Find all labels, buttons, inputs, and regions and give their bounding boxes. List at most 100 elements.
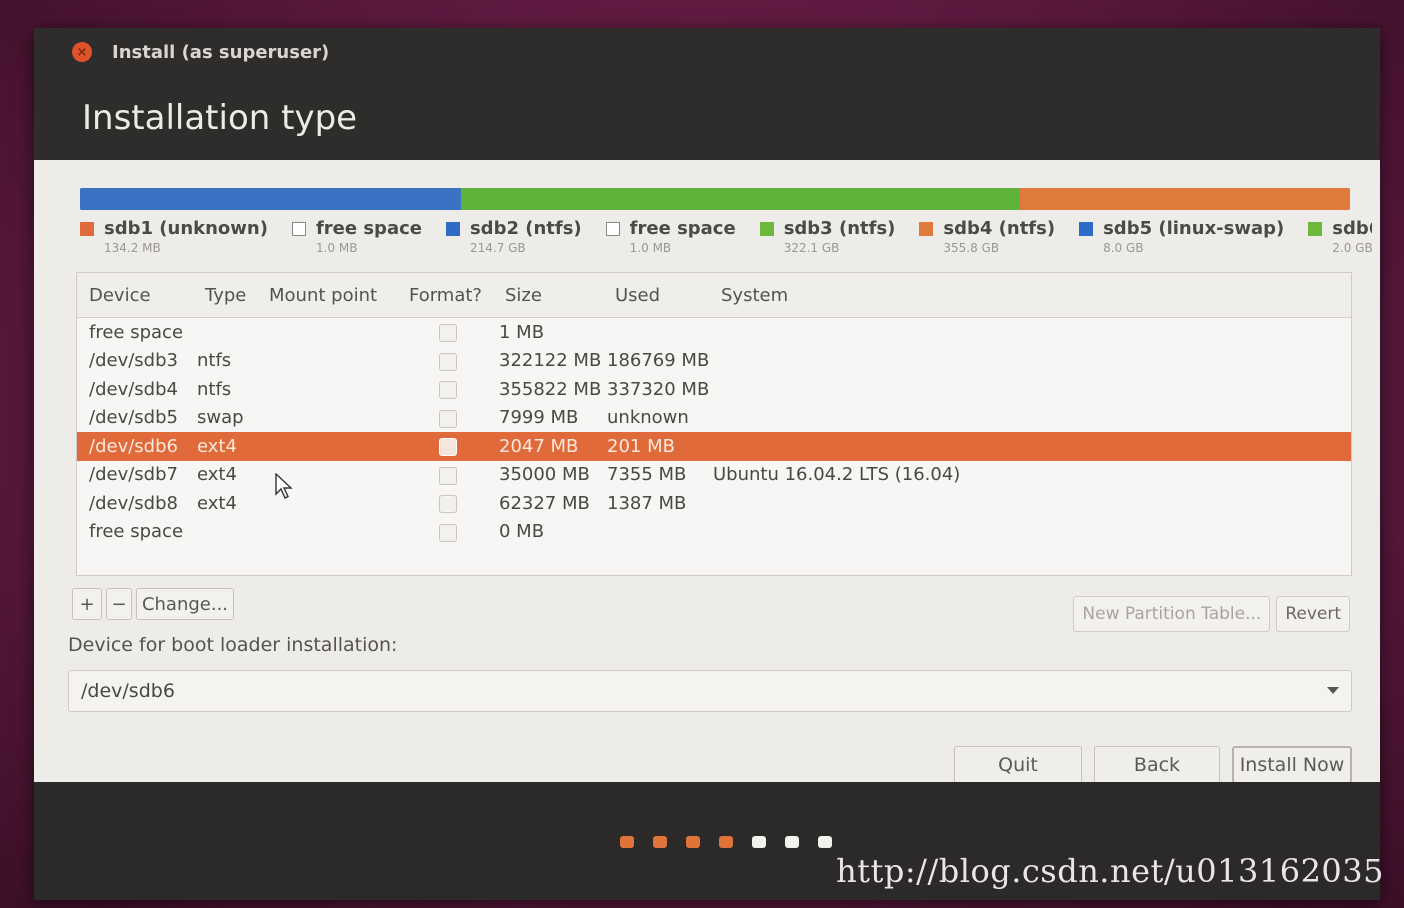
table-row[interactable]: /dev/sdb8 ext4 62327 MB 1387 MB xyxy=(77,489,1351,518)
cell-device: /dev/sdb4 xyxy=(89,378,178,400)
header-device[interactable]: Device xyxy=(89,285,151,306)
legend-item: sdb5 (linux-swap) 8.0 GB xyxy=(1079,218,1284,270)
table-row[interactable]: /dev/sdb3 ntfs 322122 MB 186769 MB xyxy=(77,347,1351,376)
legend-size: 1.0 MB xyxy=(629,241,672,255)
legend-item: sdb4 (ntfs) 355.8 GB xyxy=(919,218,1055,270)
legend-size: 1.0 MB xyxy=(315,241,358,255)
close-button[interactable]: × xyxy=(72,42,92,62)
format-checkbox[interactable] xyxy=(439,352,457,371)
legend-label: sdb3 (ntfs) xyxy=(783,218,896,239)
table-row[interactable]: /dev/sdb7 ext4 35000 MB 7355 MB Ubuntu 16.04… xyxy=(77,461,1351,490)
header-mount-point[interactable]: Mount point xyxy=(269,285,377,306)
partition-segment-sdb2 xyxy=(80,188,462,210)
cell-device: /dev/sdb8 xyxy=(89,492,178,514)
table-actions: New Partition Table... Revert xyxy=(1067,596,1350,632)
cell-size: 7999 MB xyxy=(499,407,579,429)
legend-label: sdb1 (unknown) xyxy=(104,218,268,239)
legend-label: sdb2 (ntfs) xyxy=(469,218,582,239)
progress-dot-done xyxy=(719,836,733,848)
table-header: Device Type Mount point Format? Size Use… xyxy=(77,273,1351,318)
cell-type: ntfs xyxy=(197,350,232,372)
format-checkbox[interactable] xyxy=(439,495,457,513)
legend-item: free space 1.0 MB xyxy=(605,218,736,270)
back-button[interactable]: Back xyxy=(1094,746,1220,784)
table-row[interactable]: /dev/sdb6 ext4 2047 MB 201 MB xyxy=(77,432,1351,461)
mouse-pointer-icon xyxy=(275,473,293,499)
partition-legend: sdb1 (unknown) 134.2 MB free space 1.0 MB sd… xyxy=(80,218,1372,270)
cell-size: 0 MB xyxy=(499,521,545,543)
cell-type: ext4 xyxy=(197,492,237,514)
cell-type: ntfs xyxy=(197,378,232,400)
table-row[interactable]: free space 0 MB xyxy=(77,518,1351,547)
legend-swatch xyxy=(919,221,934,236)
progress-dot-pending xyxy=(752,836,766,848)
header-used[interactable]: Used xyxy=(615,285,660,306)
cell-device: /dev/sdb3 xyxy=(89,350,178,372)
cell-type: ext4 xyxy=(197,464,237,486)
cell-size: 62327 MB xyxy=(499,492,590,514)
legend-item: free space 1.0 MB xyxy=(291,218,422,270)
quit-button[interactable]: Quit xyxy=(954,746,1082,784)
header-size[interactable]: Size xyxy=(505,285,542,306)
cell-used: 186769 MB xyxy=(607,350,710,372)
boot-loader-label: Device for boot loader installation: xyxy=(68,634,398,656)
cell-used: 337320 MB xyxy=(607,378,710,400)
revert-button[interactable]: Revert xyxy=(1276,596,1350,632)
change-partition-button[interactable]: Change... xyxy=(136,588,234,620)
legend-swatch xyxy=(1079,221,1094,236)
table-row[interactable]: /dev/sdb5 swap 7999 MB unknown xyxy=(77,404,1351,433)
new-partition-table-button[interactable]: New Partition Table... xyxy=(1073,596,1271,632)
table-body: free space 1 MB/dev/sdb3 ntfs 322122 MB 1867… xyxy=(77,318,1351,546)
legend-item: sdb2 (ntfs) 214.7 GB xyxy=(445,218,582,270)
format-checkbox[interactable] xyxy=(439,381,457,399)
partition-toolbar: + − Change... xyxy=(72,588,238,622)
header-system[interactable]: System xyxy=(721,285,788,306)
add-partition-button[interactable]: + xyxy=(72,588,102,620)
table-row[interactable]: free space 1 MB xyxy=(77,318,1351,347)
cell-size: 1 MB xyxy=(499,321,545,343)
legend-size: 322.1 GB xyxy=(783,241,840,255)
legend-label: free space xyxy=(315,218,422,239)
legend-label: sdb6 (ext xyxy=(1332,218,1372,239)
format-checkbox[interactable] xyxy=(439,324,457,342)
progress-dots xyxy=(620,836,851,848)
partition-bar xyxy=(80,188,1350,210)
dropdown-arrow-icon xyxy=(1327,687,1339,694)
cell-system: Ubuntu 16.04.2 LTS (16.04) xyxy=(713,464,961,486)
dialog-actions: Quit Back Install Now xyxy=(942,746,1352,784)
format-checkbox[interactable] xyxy=(439,409,457,428)
close-icon: × xyxy=(76,44,88,60)
partition-segment-sdb3 xyxy=(461,188,1020,210)
cell-device: /dev/sdb7 xyxy=(89,464,178,486)
format-checkbox[interactable] xyxy=(439,466,457,485)
window-title: Install (as superuser) xyxy=(112,41,330,63)
format-checkbox[interactable] xyxy=(439,438,457,456)
legend-size: 8.0 GB xyxy=(1103,241,1144,255)
legend-size: 2.0 GB xyxy=(1332,241,1372,255)
install-now-button[interactable]: Install Now xyxy=(1232,746,1352,784)
cell-used: unknown xyxy=(607,407,689,429)
legend-label: sdb5 (linux-swap) xyxy=(1103,218,1285,239)
legend-size: 134.2 MB xyxy=(104,241,161,255)
cell-device: /dev/sdb6 xyxy=(89,435,178,457)
header-format[interactable]: Format? xyxy=(409,285,482,306)
legend-swatch xyxy=(80,221,94,236)
legend-swatch xyxy=(1308,221,1323,236)
legend-swatch xyxy=(605,221,620,236)
cell-type: ext4 xyxy=(197,435,237,457)
boot-loader-select[interactable]: /dev/sdb6 xyxy=(68,670,1352,712)
header-type[interactable]: Type xyxy=(205,285,246,306)
progress-dot-pending xyxy=(785,836,799,848)
cell-device: free space xyxy=(89,521,184,543)
remove-partition-button[interactable]: − xyxy=(106,588,132,620)
table-row[interactable]: /dev/sdb4 ntfs 355822 MB 337320 MB xyxy=(77,375,1351,404)
progress-dot-done xyxy=(686,836,700,848)
partition-segment-sdb4 xyxy=(1019,188,1350,210)
legend-item: sdb3 (ntfs) 322.1 GB xyxy=(759,218,896,270)
cell-device: free space xyxy=(89,321,184,343)
cell-size: 35000 MB xyxy=(499,464,590,486)
legend-label: sdb4 (ntfs) xyxy=(943,218,1056,239)
format-checkbox[interactable] xyxy=(439,523,457,542)
cell-size: 2047 MB xyxy=(499,435,579,457)
boot-loader-value: /dev/sdb6 xyxy=(81,680,175,702)
